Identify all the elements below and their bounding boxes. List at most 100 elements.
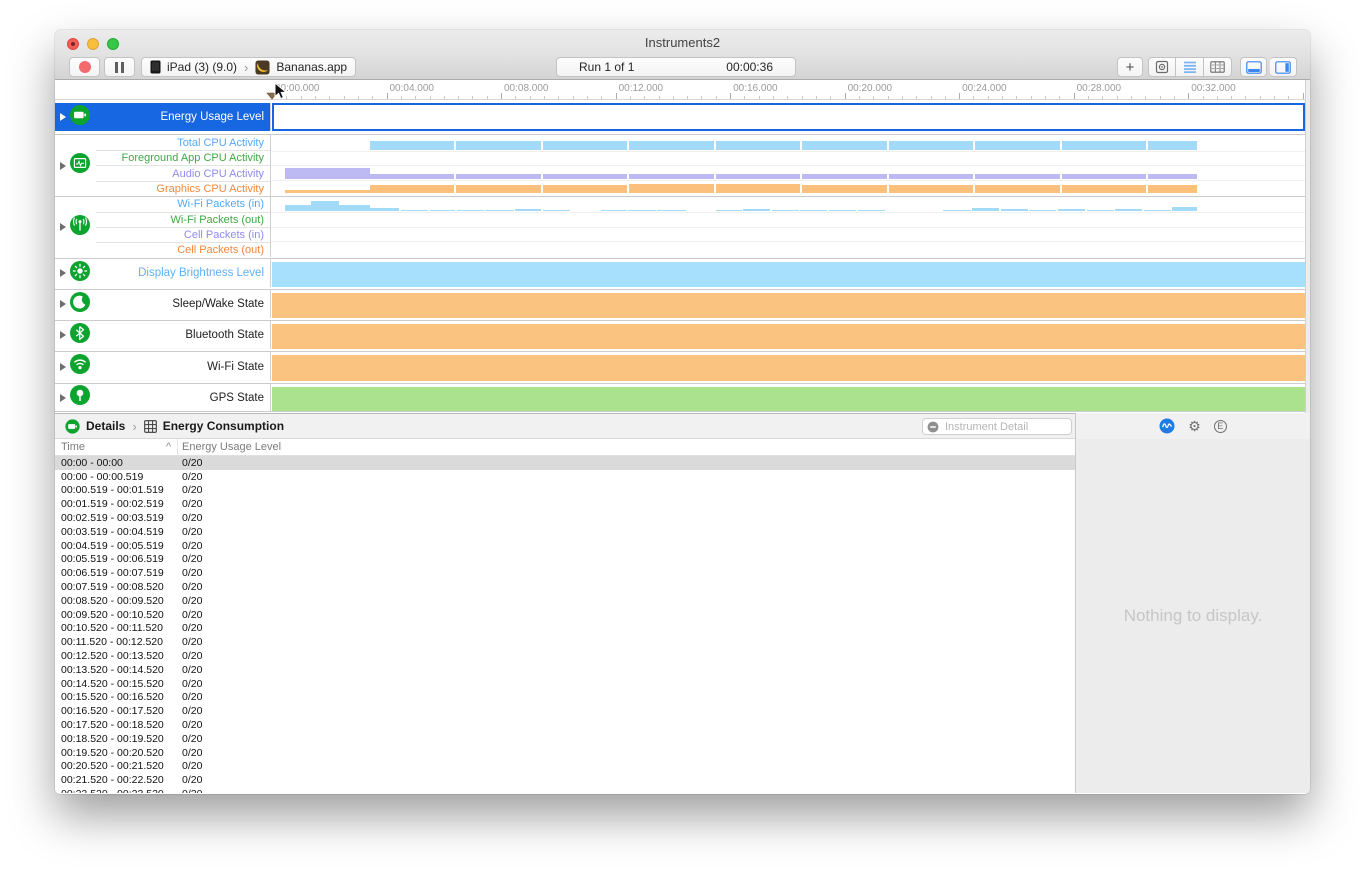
track-graph-energy[interactable] bbox=[272, 103, 1305, 131]
table-row[interactable]: 00:00 - 00:000/20 bbox=[55, 456, 1075, 470]
extended-detail-icon[interactable]: E bbox=[1214, 420, 1227, 433]
instrument-label-brightness[interactable]: Display Brightness Level bbox=[96, 259, 270, 287]
toggle-bottom-pane-button[interactable] bbox=[1240, 57, 1267, 77]
table-row[interactable]: 00:21.520 - 00:22.5200/20 bbox=[55, 773, 1075, 787]
display-settings-icon[interactable]: ⚙ bbox=[1188, 419, 1201, 433]
pause-button[interactable] bbox=[104, 57, 135, 77]
table-row[interactable]: 00:03.519 - 00:04.5190/20 bbox=[55, 525, 1075, 539]
instrument-label-cell_out[interactable]: Cell Packets (out) bbox=[96, 242, 270, 257]
instrument-label-wifi_in[interactable]: Wi-Fi Packets (in) bbox=[96, 197, 270, 212]
column-header-time[interactable]: Time bbox=[61, 441, 85, 453]
disclosure-triangle-icon[interactable] bbox=[60, 162, 66, 170]
track-graph-cpu[interactable] bbox=[272, 135, 1305, 196]
log-view-button[interactable] bbox=[1204, 57, 1232, 77]
list-view-button[interactable] bbox=[1176, 57, 1204, 77]
timeline-ruler[interactable]: 00:00.00000:04.00000:08.00000:12.00000:1… bbox=[55, 80, 1310, 100]
table-row[interactable]: 00:17.520 - 00:18.5200/20 bbox=[55, 718, 1075, 732]
table-row[interactable]: 00:01.519 - 00:02.5190/20 bbox=[55, 497, 1075, 511]
table-row[interactable]: 00:16.520 - 00:17.5200/20 bbox=[55, 704, 1075, 718]
track-label-sleep[interactable]: Sleep/Wake State bbox=[55, 290, 271, 318]
table-row[interactable]: 00:15.520 - 00:16.5200/20 bbox=[55, 691, 1075, 705]
table-row[interactable]: 00:09.520 - 00:10.5200/20 bbox=[55, 608, 1075, 622]
table-row[interactable]: 00:05.519 - 00:06.5190/20 bbox=[55, 553, 1075, 567]
disclosure-triangle-icon[interactable] bbox=[60, 223, 66, 231]
record-button[interactable] bbox=[69, 57, 100, 77]
instrument-label-gps[interactable]: GPS State bbox=[96, 384, 270, 411]
timeline-scrollbar[interactable] bbox=[1305, 100, 1310, 413]
graph-row-audio_cpu[interactable] bbox=[272, 165, 1305, 180]
graph-row-brightness[interactable] bbox=[272, 259, 1305, 287]
table-row[interactable]: 00:18.520 - 00:19.5200/20 bbox=[55, 732, 1075, 746]
table-row[interactable]: 00:00 - 00:00.5190/20 bbox=[55, 470, 1075, 484]
graph-row-gfx_cpu[interactable] bbox=[272, 180, 1305, 195]
graph-row-cell_out[interactable] bbox=[272, 241, 1305, 255]
track-label-energy[interactable]: Energy Usage Level bbox=[55, 103, 271, 131]
table-row[interactable]: 00:19.520 - 00:20.5200/20 bbox=[55, 746, 1075, 760]
instrument-label-audio_cpu[interactable]: Audio CPU Activity bbox=[96, 165, 270, 180]
instruments-view-button[interactable] bbox=[1148, 57, 1176, 77]
track-graph-network[interactable] bbox=[272, 197, 1305, 257]
table-row[interactable]: 00:20.520 - 00:21.5200/20 bbox=[55, 760, 1075, 774]
instrument-label-wifi_out[interactable]: Wi-Fi Packets (out) bbox=[96, 212, 270, 227]
graph-row-wifi_out[interactable] bbox=[272, 212, 1305, 226]
track-graph-wifi_state[interactable] bbox=[272, 352, 1305, 381]
track-label-cpu[interactable]: Total CPU ActivityForeground App CPU Act… bbox=[55, 135, 271, 196]
table-row[interactable]: 00:13.520 - 00:14.5200/20 bbox=[55, 663, 1075, 677]
table-row[interactable]: 00:00.519 - 00:01.5190/20 bbox=[55, 484, 1075, 498]
run-status-control[interactable]: Run 1 of 1 00:00:36 bbox=[556, 57, 796, 77]
track-label-bluetooth[interactable]: Bluetooth State bbox=[55, 321, 271, 349]
sort-ascending-icon[interactable]: ^ bbox=[166, 441, 171, 453]
target-selector[interactable]: iPad (3) (9.0) › Bananas.app bbox=[141, 57, 356, 77]
instrument-label-cell_in[interactable]: Cell Packets (in) bbox=[96, 227, 270, 242]
disclosure-triangle-icon[interactable] bbox=[60, 363, 66, 371]
instrument-label-total_cpu[interactable]: Total CPU Activity bbox=[96, 135, 270, 150]
instrument-label-fg_cpu[interactable]: Foreground App CPU Activity bbox=[96, 150, 270, 165]
table-row[interactable]: 00:07.519 - 00:08.5200/20 bbox=[55, 580, 1075, 594]
graph-row-sleep[interactable] bbox=[272, 290, 1305, 318]
disclosure-triangle-icon[interactable] bbox=[60, 113, 66, 121]
title-bar[interactable]: Instruments2 bbox=[55, 30, 1310, 55]
search-input[interactable] bbox=[943, 420, 1067, 434]
graph-row-wifi_state[interactable] bbox=[272, 352, 1305, 381]
table-row[interactable]: 00:11.520 - 00:12.5200/20 bbox=[55, 635, 1075, 649]
disclosure-triangle-icon[interactable] bbox=[60, 300, 66, 308]
breadcrumb-details[interactable]: Details bbox=[86, 419, 125, 433]
instrument-label-bluetooth[interactable]: Bluetooth State bbox=[96, 321, 270, 349]
track-graph-gps[interactable] bbox=[272, 384, 1305, 411]
table-row[interactable]: 00:12.520 - 00:13.5200/20 bbox=[55, 649, 1075, 663]
instrument-label-gfx_cpu[interactable]: Graphics CPU Activity bbox=[96, 181, 270, 196]
disclosure-triangle-icon[interactable] bbox=[60, 269, 66, 277]
graph-row-bluetooth[interactable] bbox=[272, 321, 1305, 349]
toggle-right-pane-button[interactable] bbox=[1270, 57, 1297, 77]
column-header-energy[interactable]: Energy Usage Level bbox=[182, 441, 281, 453]
record-settings-icon[interactable] bbox=[1159, 418, 1175, 434]
instrument-label-sleep[interactable]: Sleep/Wake State bbox=[96, 290, 270, 318]
graph-row-total_cpu[interactable] bbox=[272, 135, 1305, 151]
table-row[interactable]: 00:08.520 - 00:09.5200/20 bbox=[55, 594, 1075, 608]
track-label-wifi_state[interactable]: Wi-Fi State bbox=[55, 352, 271, 381]
search-field[interactable] bbox=[922, 418, 1072, 435]
disclosure-triangle-icon[interactable] bbox=[60, 331, 66, 339]
graph-row-wifi_in[interactable] bbox=[272, 197, 1305, 212]
table-row[interactable]: 00:14.520 - 00:15.5200/20 bbox=[55, 677, 1075, 691]
graph-row-cell_in[interactable] bbox=[272, 227, 1305, 241]
graph-row-fg_cpu[interactable] bbox=[272, 151, 1305, 166]
table-row[interactable]: 00:06.519 - 00:07.5190/20 bbox=[55, 566, 1075, 580]
instrument-label-wifi_state[interactable]: Wi-Fi State bbox=[96, 352, 270, 381]
table-row[interactable]: 00:02.519 - 00:03.5190/20 bbox=[55, 511, 1075, 525]
instrument-label-energy[interactable]: Energy Usage Level bbox=[96, 103, 270, 131]
table-row[interactable]: 00:04.519 - 00:05.5190/20 bbox=[55, 539, 1075, 553]
track-graph-sleep[interactable] bbox=[272, 290, 1305, 318]
track-label-gps[interactable]: GPS State bbox=[55, 384, 271, 411]
graph-row-energy[interactable] bbox=[274, 105, 1303, 131]
graph-row-gps[interactable] bbox=[272, 384, 1305, 411]
track-label-network[interactable]: Wi-Fi Packets (in)Wi-Fi Packets (out)Cel… bbox=[55, 197, 271, 257]
table-row[interactable]: 00:22.520 - 00:23.5200/20 bbox=[55, 787, 1075, 793]
table-row[interactable]: 00:10.520 - 00:11.5200/20 bbox=[55, 622, 1075, 636]
track-graph-brightness[interactable] bbox=[272, 259, 1305, 287]
track-label-brightness[interactable]: Display Brightness Level bbox=[55, 259, 271, 287]
add-instrument-button[interactable]: + bbox=[1117, 57, 1143, 77]
disclosure-triangle-icon[interactable] bbox=[60, 394, 66, 402]
breadcrumb-view[interactable]: Energy Consumption bbox=[163, 419, 284, 433]
track-graph-bluetooth[interactable] bbox=[272, 321, 1305, 349]
